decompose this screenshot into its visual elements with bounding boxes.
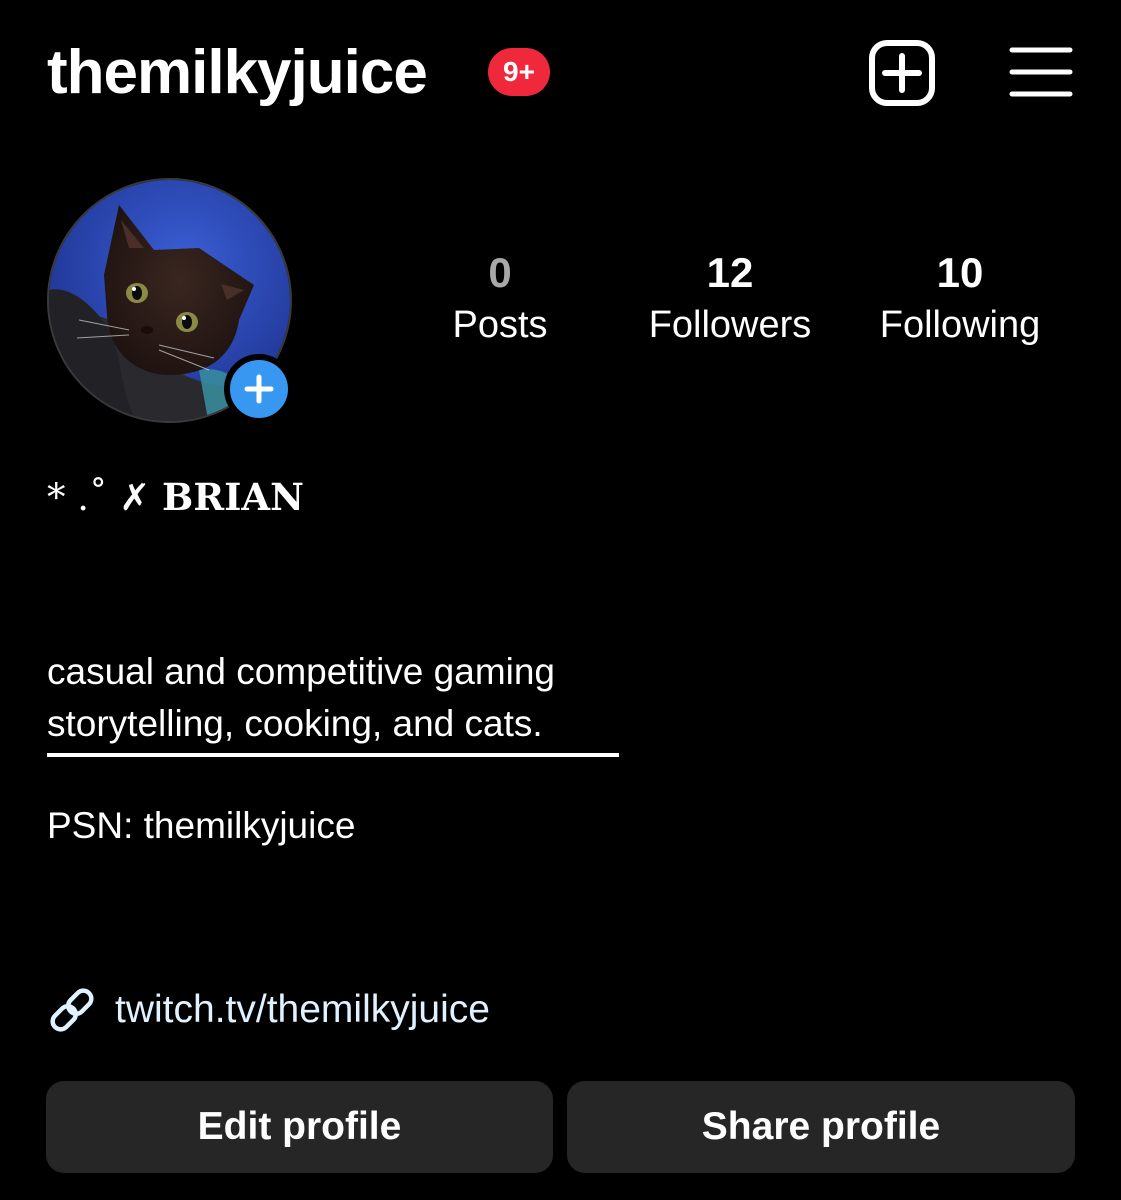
posts-count: 0 <box>488 249 512 296</box>
following-count: 10 <box>936 249 984 296</box>
add-story-button[interactable] <box>224 354 294 424</box>
edit-profile-button[interactable]: Edit profile <box>46 1081 553 1173</box>
bio-line-1: casual and competitive gaming <box>47 651 556 692</box>
profile-link[interactable]: twitch.tv/themilkyjuice <box>47 980 490 1040</box>
menu-button[interactable] <box>1008 44 1074 100</box>
plus-icon <box>244 374 274 404</box>
bio-line-2: storytelling, cooking, and cats. <box>47 703 543 744</box>
followers-count: 12 <box>706 249 754 296</box>
stat-followers[interactable]: 12 Followers <box>630 250 830 354</box>
display-name-decoration: * .˚ ✗ <box>47 476 163 519</box>
hamburger-menu-icon <box>1009 47 1073 97</box>
display-name: * .˚ ✗ BRIAN <box>47 472 304 523</box>
bio-divider <box>47 753 619 757</box>
username-title[interactable]: themilkyjuice <box>47 36 428 110</box>
new-post-button[interactable] <box>868 40 936 106</box>
following-label: Following <box>879 304 1041 346</box>
bio: casual and competitive gaming storytelli… <box>47 646 555 750</box>
profile-header: themilkyjuice 9+ <box>0 0 1121 150</box>
share-profile-button[interactable]: Share profile <box>567 1081 1075 1173</box>
stat-posts[interactable]: 0 Posts <box>400 250 600 354</box>
display-name-text: BRIAN <box>162 475 304 519</box>
notification-badge[interactable]: 9+ <box>488 48 550 96</box>
followers-label: Followers <box>648 304 812 346</box>
link-icon <box>50 988 94 1032</box>
stat-following[interactable]: 10 Following <box>860 250 1060 354</box>
plus-square-icon <box>869 40 935 106</box>
link-text[interactable]: twitch.tv/themilkyjuice <box>115 988 490 1032</box>
posts-label: Posts <box>452 304 548 346</box>
bio-psn: PSN: themilkyjuice <box>47 805 356 846</box>
